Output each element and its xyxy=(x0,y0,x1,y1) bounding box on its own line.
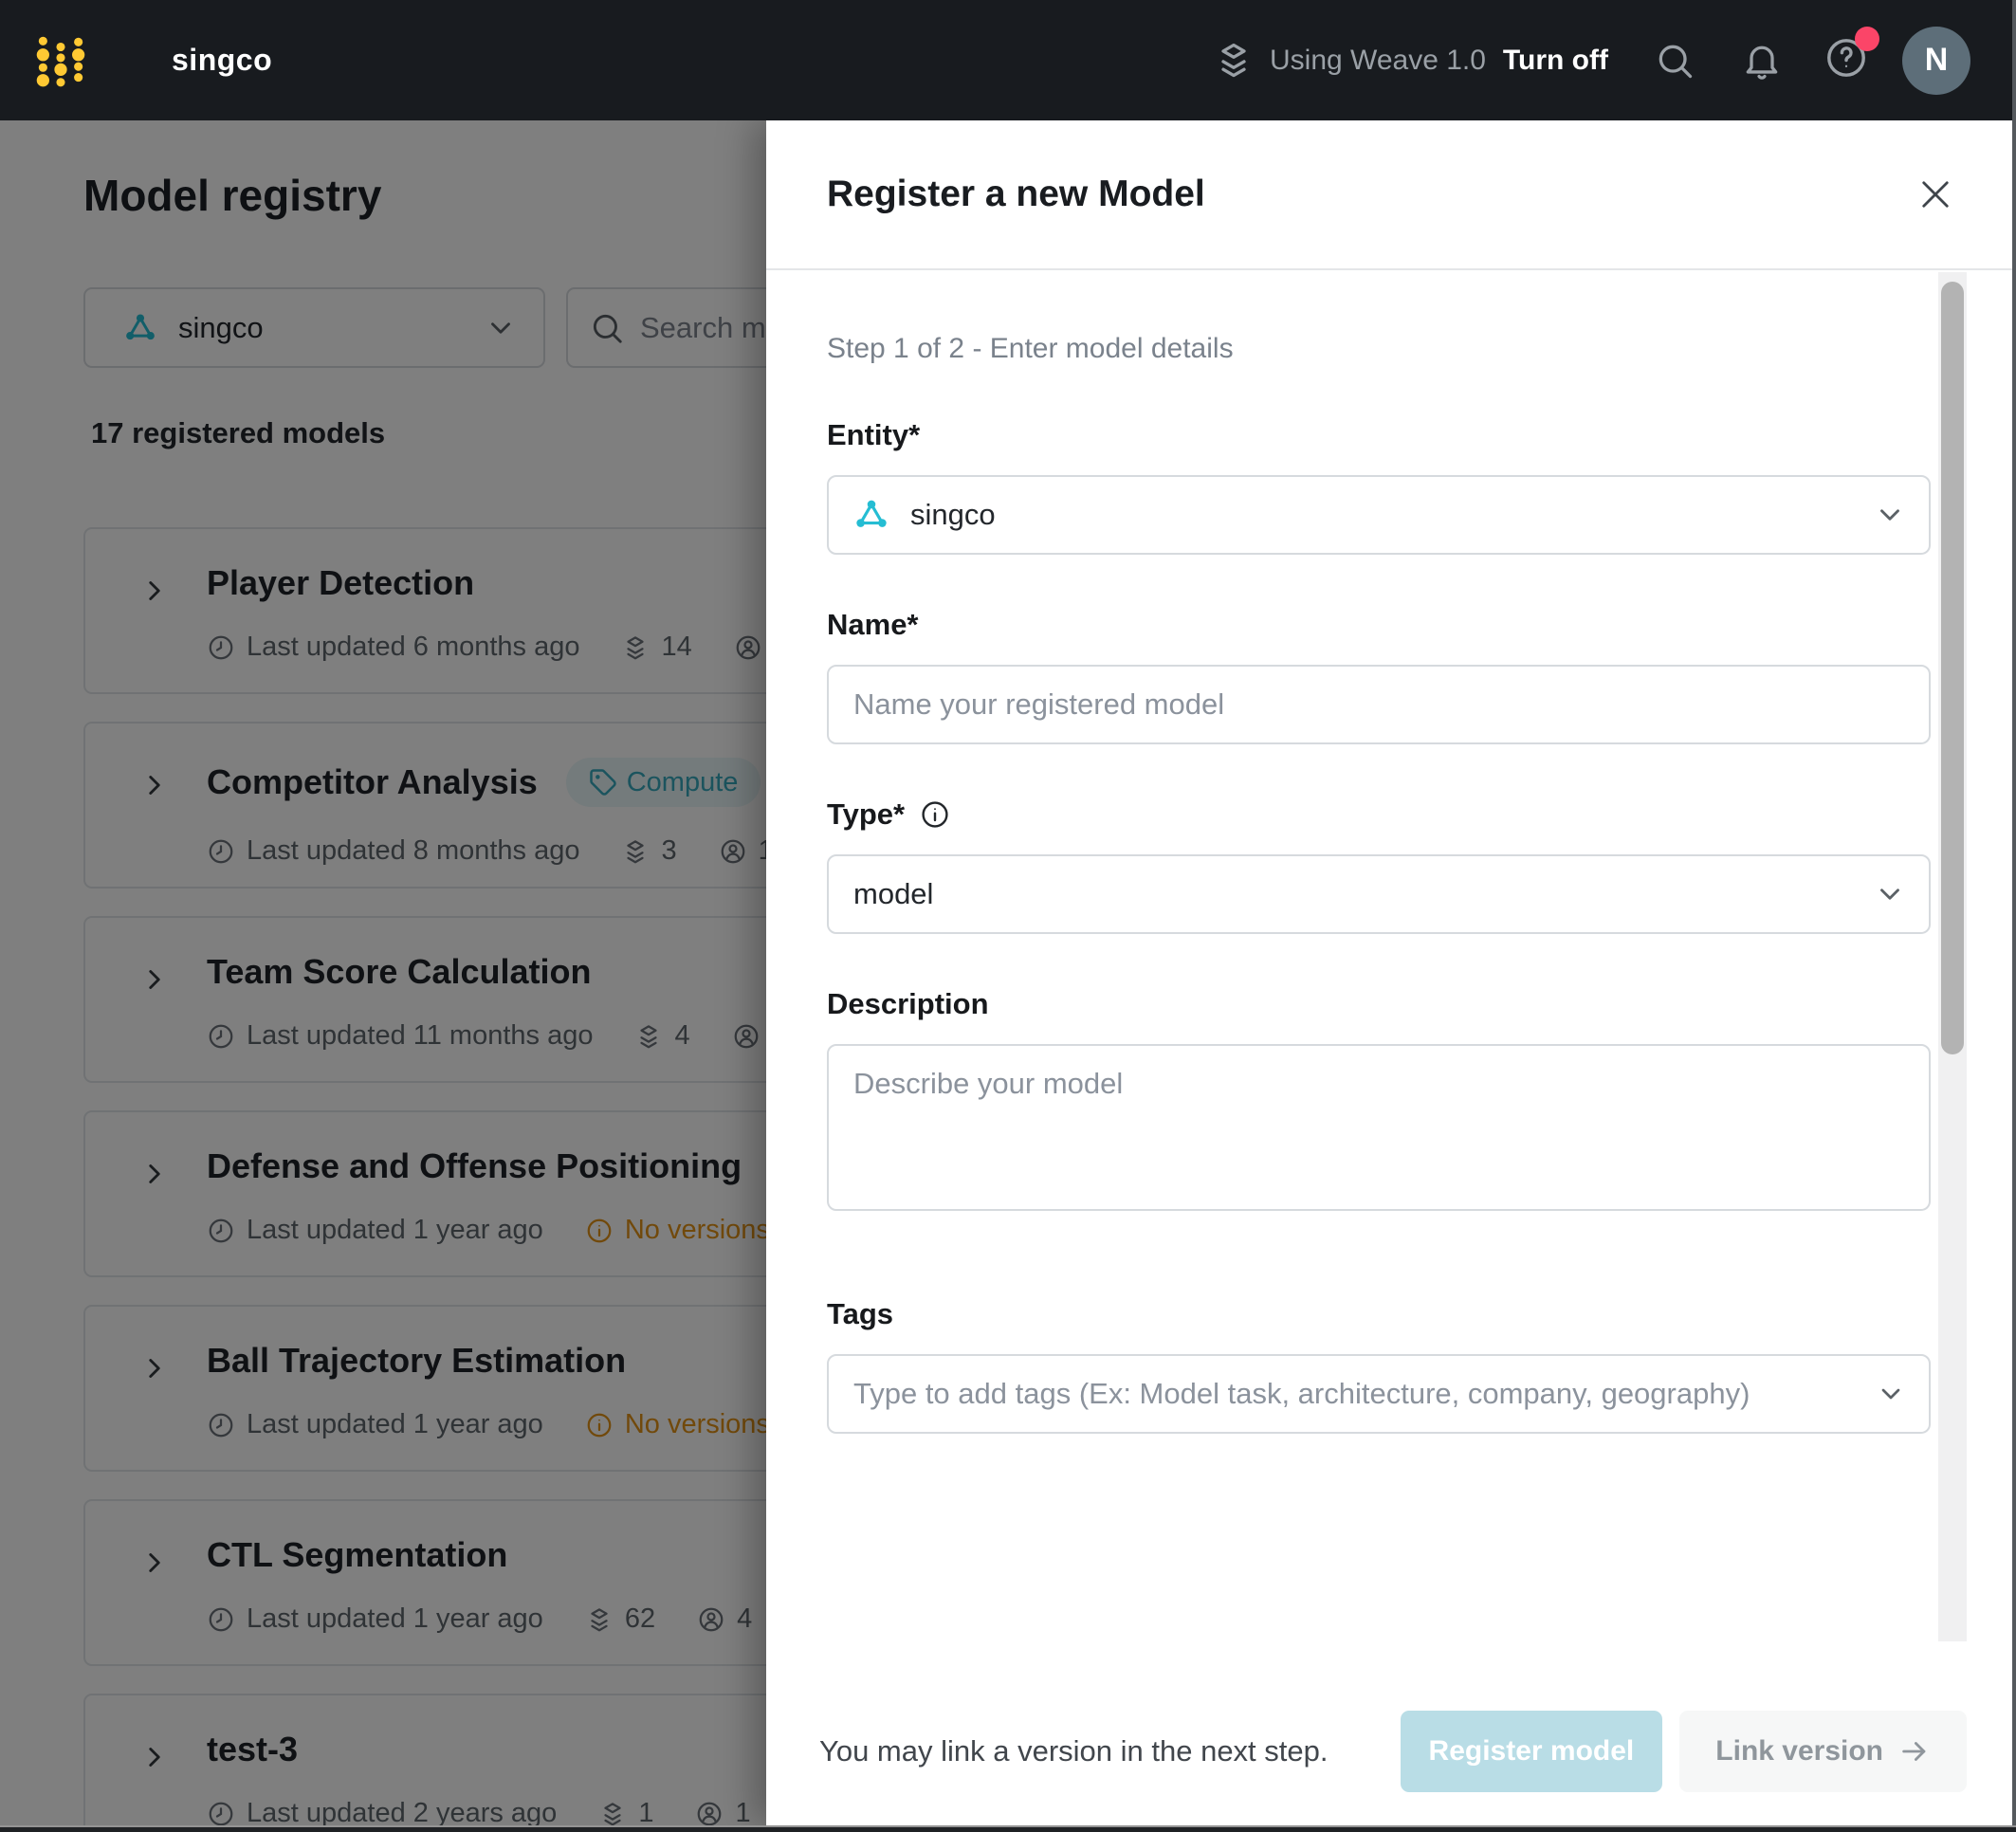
type-select[interactable]: model xyxy=(827,854,1931,934)
entity-label: Entity* xyxy=(827,418,921,451)
drawer-footer: You may link a version in the next step.… xyxy=(766,1683,2012,1825)
link-version-button[interactable]: Link version xyxy=(1679,1711,1967,1792)
weave-status-label: Using Weave 1.0 xyxy=(1270,44,1486,76)
drawer-header: Register a new Model xyxy=(766,120,2012,270)
tags-label: Tags xyxy=(827,1297,894,1330)
notification-dot xyxy=(1855,27,1879,51)
bell-icon[interactable] xyxy=(1741,40,1783,82)
entity-value: singco xyxy=(910,498,996,531)
name-input[interactable] xyxy=(853,667,1904,742)
window-edge-right xyxy=(2012,0,2016,1832)
top-navbar: singco Using Weave 1.0 Turn off N xyxy=(0,0,2016,120)
close-icon[interactable] xyxy=(1915,174,1955,214)
turn-off-button[interactable]: Turn off xyxy=(1503,45,1608,77)
weave-stack-icon xyxy=(1213,40,1255,82)
info-icon[interactable] xyxy=(920,799,950,830)
team-icon xyxy=(853,497,889,533)
arrow-right-icon xyxy=(1898,1735,1931,1768)
chevron-down-icon[interactable] xyxy=(1876,1379,1906,1409)
drawer-body: Step 1 of 2 - Enter model details Entity… xyxy=(766,272,2012,1683)
search-icon[interactable] xyxy=(1654,40,1695,82)
help-button[interactable] xyxy=(1824,27,1879,84)
link-version-label: Link version xyxy=(1715,1735,1883,1767)
chevron-down-icon xyxy=(1874,878,1906,910)
type-label-text: Type* xyxy=(827,797,906,831)
window-edge-bottom xyxy=(0,1825,2016,1832)
description-label: Description xyxy=(827,987,989,1020)
type-value: model xyxy=(853,877,934,910)
footer-hint: You may link a version in the next step. xyxy=(819,1734,1329,1768)
drawer-title: Register a new Model xyxy=(827,174,1205,214)
tags-field-wrap xyxy=(827,1354,1931,1434)
register-model-drawer: Register a new Model Step 1 of 2 - Enter… xyxy=(766,120,2012,1825)
entity-select[interactable]: singco xyxy=(827,475,1931,555)
wandb-logo-icon[interactable] xyxy=(33,30,88,91)
register-model-button[interactable]: Register model xyxy=(1400,1711,1663,1792)
name-field-wrap xyxy=(827,665,1931,744)
drawer-scrollbar-track xyxy=(1938,272,1967,1641)
footer-buttons: Register model Link version xyxy=(1400,1711,1967,1792)
navbar-right: Using Weave 1.0 Turn off N xyxy=(1213,26,1970,95)
description-textarea[interactable] xyxy=(827,1044,1931,1211)
tags-input[interactable] xyxy=(853,1356,1904,1432)
chevron-down-icon xyxy=(1874,499,1906,531)
step-indicator: Step 1 of 2 - Enter model details xyxy=(827,333,1234,364)
avatar[interactable]: N xyxy=(1902,26,1970,95)
brand-name[interactable]: singco xyxy=(172,43,272,78)
name-label: Name* xyxy=(827,608,919,641)
type-label: Type* xyxy=(827,797,1921,832)
drawer-scrollbar-thumb[interactable] xyxy=(1941,282,1964,1054)
app-window: singco Using Weave 1.0 Turn off N Search… xyxy=(0,0,2016,1832)
